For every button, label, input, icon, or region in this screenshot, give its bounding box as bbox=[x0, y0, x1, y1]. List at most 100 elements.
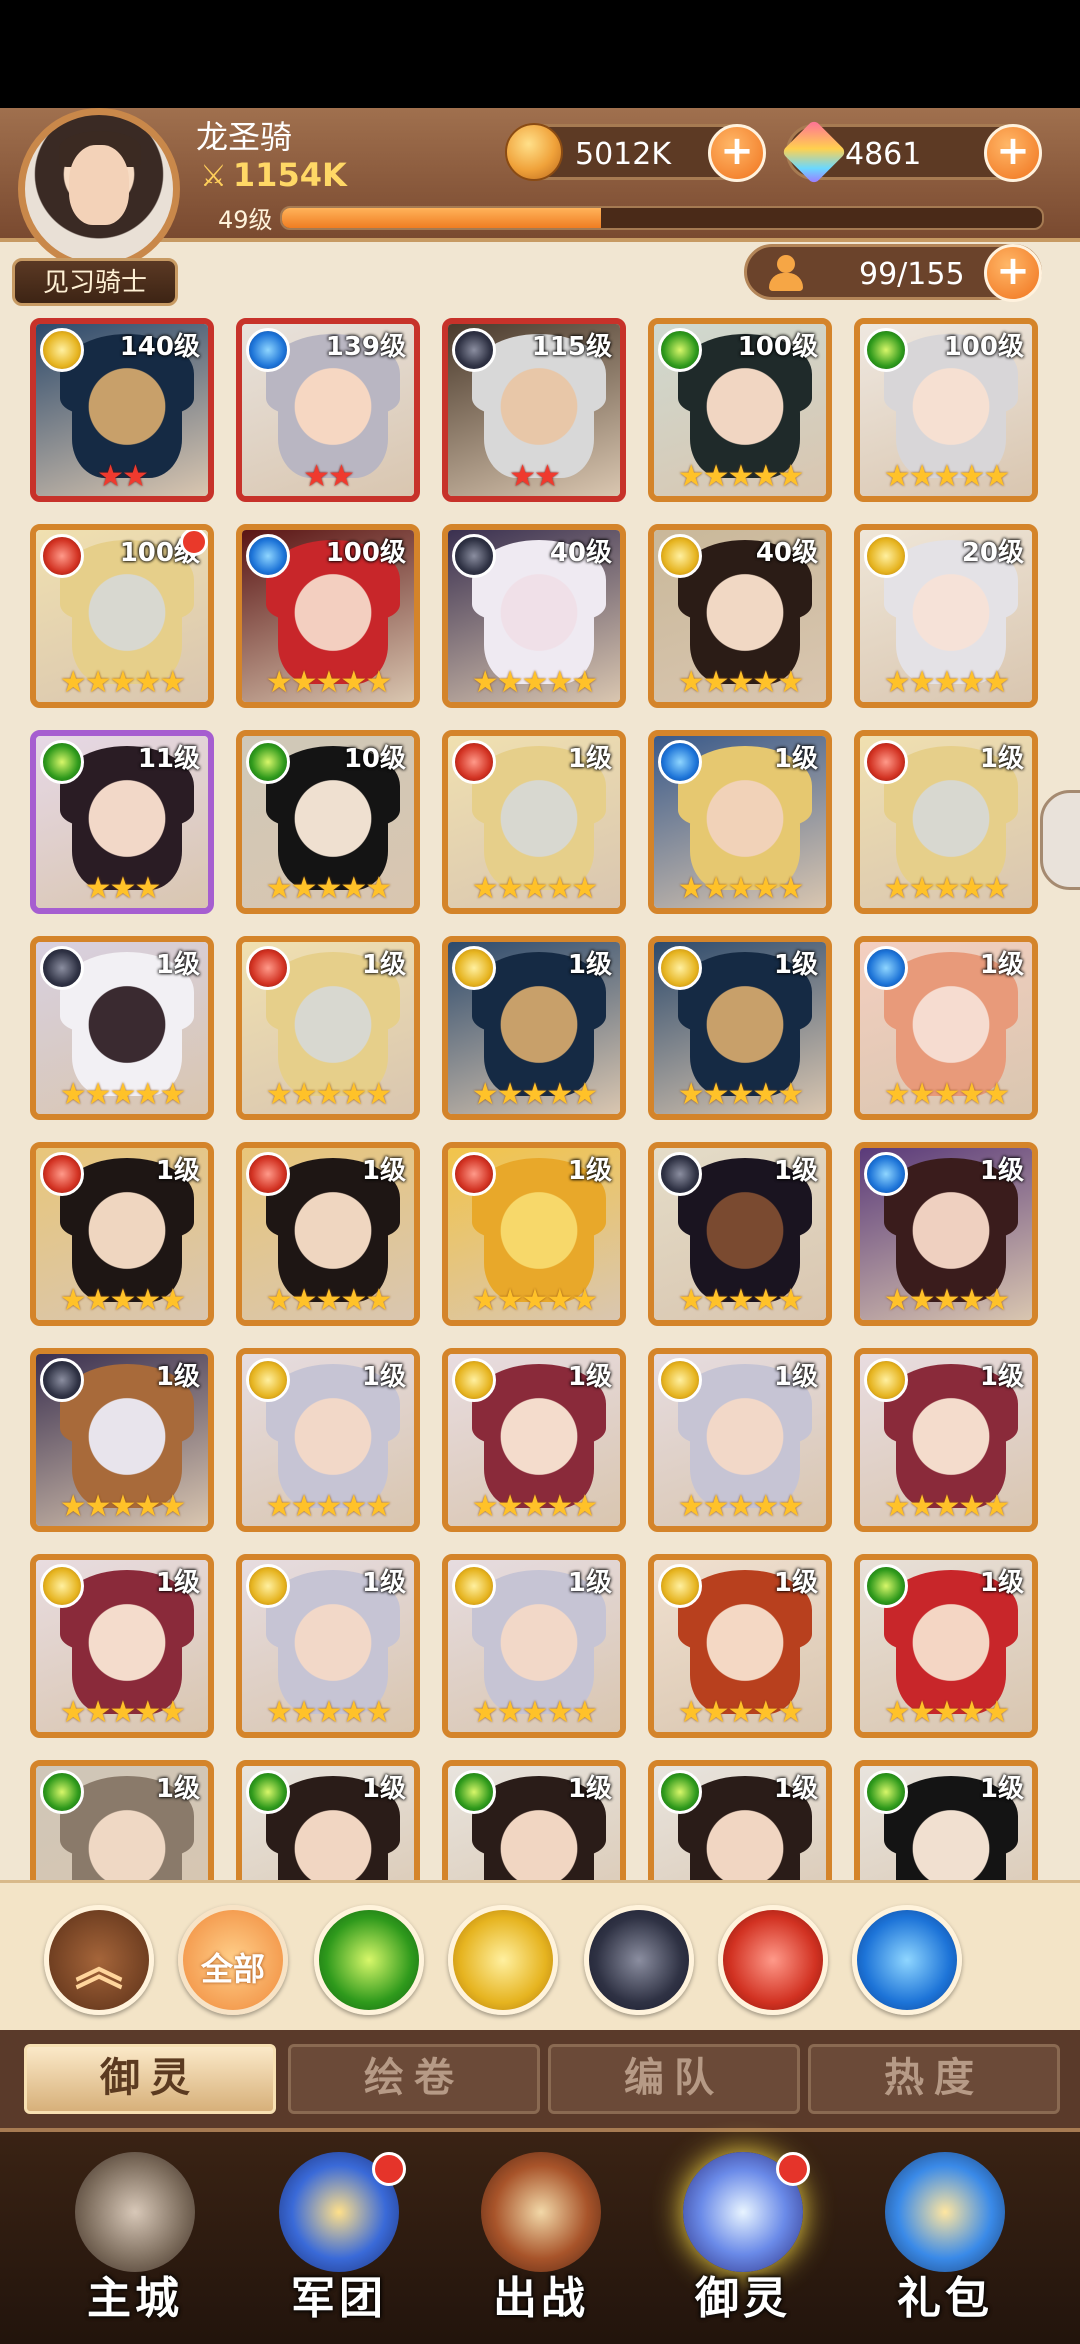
side-drawer-handle[interactable] bbox=[1040, 790, 1080, 890]
nav-main-city[interactable]: 主城 bbox=[50, 2152, 220, 2332]
hero-card[interactable]: 1级★★★★★ bbox=[648, 1554, 832, 1738]
notification-dot bbox=[776, 2152, 810, 2186]
hero-card[interactable]: 1级★★★★★ bbox=[442, 1554, 626, 1738]
hero-card[interactable]: 1级★★★★★ bbox=[442, 936, 626, 1120]
hero-card[interactable]: 1级★★★★★ bbox=[236, 1554, 420, 1738]
hero-card[interactable]: 100级 ★★★★★ bbox=[854, 318, 1038, 502]
collapse-filter-button[interactable]: ︽ bbox=[44, 1905, 154, 2015]
hero-card[interactable]: 1级★★★★★ bbox=[30, 936, 214, 1120]
hero-level: 1级 bbox=[979, 1568, 1024, 1598]
nav-label: 御灵 bbox=[695, 2273, 791, 2324]
tab-spirits[interactable]: 御灵 bbox=[24, 2044, 276, 2114]
hero-card[interactable]: 115级 ★★ bbox=[442, 318, 626, 502]
hero-card[interactable]: 1级★★★★★ bbox=[648, 936, 832, 1120]
hero-card[interactable]: 1级★★★★★ bbox=[648, 730, 832, 914]
hero-card[interactable]: 1级★★★★★ bbox=[648, 1142, 832, 1326]
hero-card[interactable]: 139级 ★★ bbox=[236, 318, 420, 502]
bottom-nav: 主城 军团 出战 御灵 礼包 bbox=[0, 2128, 1080, 2344]
filter-green-faction-button[interactable] bbox=[314, 1905, 424, 2015]
nav-label: 礼包 bbox=[897, 2273, 993, 2324]
hero-stars: ★★★★★ bbox=[677, 1695, 804, 1730]
hero-card[interactable]: 20级 ★★★★★ bbox=[854, 524, 1038, 708]
hero-stars: ★★★★★ bbox=[265, 1489, 392, 1524]
green-faction-icon bbox=[40, 740, 84, 784]
filter-dark-faction-button[interactable] bbox=[584, 1905, 694, 2015]
hero-card[interactable]: 1级★★★★★ bbox=[648, 1348, 832, 1532]
hero-card[interactable]: 11级 ★★★ bbox=[30, 730, 214, 914]
add-gold-button[interactable]: + bbox=[708, 124, 766, 182]
green-faction-icon bbox=[658, 328, 702, 372]
hero-card[interactable]: 1级★★★★★ bbox=[854, 1760, 1038, 1882]
hero-card[interactable]: 1级★★★★★ bbox=[854, 1554, 1038, 1738]
hero-level: 1级 bbox=[155, 1774, 200, 1804]
gold-value: 5012K bbox=[575, 137, 672, 172]
hero-level: 1级 bbox=[361, 1156, 406, 1186]
filter-blue-faction-button[interactable] bbox=[852, 1905, 962, 2015]
filter-all-button[interactable]: 全部 bbox=[178, 1905, 288, 2015]
green-faction-icon bbox=[864, 328, 908, 372]
hero-stars: ★★★★★ bbox=[471, 1489, 598, 1524]
gold-faction-icon bbox=[40, 1564, 84, 1608]
hero-card[interactable]: 1级★★★★★ bbox=[442, 1348, 626, 1532]
green-faction-icon bbox=[246, 740, 290, 784]
player-avatar[interactable] bbox=[18, 108, 180, 270]
hero-level: 1级 bbox=[773, 1362, 818, 1392]
hero-card[interactable]: 1级★★★★★ bbox=[854, 1142, 1038, 1326]
hero-stars: ★★★★★ bbox=[59, 1077, 186, 1112]
hero-card[interactable]: 10级 ★★★★★ bbox=[236, 730, 420, 914]
hero-card[interactable]: 40级 ★★★★★ bbox=[648, 524, 832, 708]
hero-card[interactable]: 1级★★★★★ bbox=[236, 1760, 420, 1882]
hero-level: 1级 bbox=[567, 1774, 612, 1804]
hero-level: 1级 bbox=[979, 1362, 1024, 1392]
hero-card[interactable]: 1级★★★★★ bbox=[648, 1760, 832, 1882]
crossed-swords-icon: ⚔ bbox=[200, 159, 227, 194]
hero-card[interactable]: 1级 ★★★★★ bbox=[854, 1348, 1038, 1532]
hero-stars: ★★★★★ bbox=[677, 871, 804, 906]
nav-spirits[interactable]: 御灵 bbox=[658, 2152, 828, 2332]
add-gem-button[interactable]: + bbox=[984, 124, 1042, 182]
tab-scroll[interactable]: 绘卷 bbox=[288, 2044, 540, 2114]
hero-card[interactable]: 1级★★★★★ bbox=[30, 1348, 214, 1532]
sword-gate-icon bbox=[481, 2152, 601, 2272]
hero-card[interactable]: 140级 ★★ bbox=[30, 318, 214, 502]
gold-faction-icon bbox=[246, 1564, 290, 1608]
hero-card[interactable]: 100级 ★★★★★ bbox=[30, 524, 214, 708]
hero-card[interactable]: 100级 ★★★★★ bbox=[648, 318, 832, 502]
hero-card[interactable]: 1级★★★★★ bbox=[236, 1142, 420, 1326]
filter-red-faction-button[interactable] bbox=[718, 1905, 828, 2015]
hero-card[interactable]: 1级★★★★★ bbox=[854, 936, 1038, 1120]
hero-stars: ★★★★★ bbox=[883, 1283, 1010, 1318]
hero-level: 1级 bbox=[361, 950, 406, 980]
player-name: 龙圣骑 bbox=[196, 118, 293, 156]
hero-card[interactable]: 1级★★★★★ bbox=[30, 1142, 214, 1326]
red-faction-icon bbox=[246, 946, 290, 990]
hero-card[interactable]: 1级★★★★★ bbox=[30, 1554, 214, 1738]
tab-formation[interactable]: 编队 bbox=[548, 2044, 800, 2114]
hero-card[interactable]: 40级 ★★★★★ bbox=[442, 524, 626, 708]
nav-label: 出战 bbox=[493, 2273, 589, 2324]
hero-stars: ★★★★★ bbox=[59, 1695, 186, 1730]
hero-level: 20级 bbox=[961, 538, 1024, 568]
hero-card[interactable]: 1级★★★★★ bbox=[854, 730, 1038, 914]
hero-stars: ★★★★★ bbox=[883, 1489, 1010, 1524]
filter-gold-faction-button[interactable] bbox=[448, 1905, 558, 2015]
dark-faction-icon bbox=[40, 946, 84, 990]
expand-roster-button[interactable]: + bbox=[984, 244, 1042, 302]
gold-faction-icon bbox=[864, 1358, 908, 1402]
hero-card[interactable]: 1级★★★★★ bbox=[442, 730, 626, 914]
tab-popularity[interactable]: 热度 bbox=[808, 2044, 1060, 2114]
red-faction-icon bbox=[452, 1152, 496, 1196]
gold-faction-icon bbox=[658, 1564, 702, 1608]
nav-gift[interactable]: 礼包 bbox=[860, 2152, 1030, 2332]
nav-battle[interactable]: 出战 bbox=[456, 2152, 626, 2332]
green-faction-icon bbox=[246, 1770, 290, 1814]
gold-faction-icon bbox=[40, 328, 84, 372]
nav-legion[interactable]: 军团 bbox=[254, 2152, 424, 2332]
hero-card[interactable]: 1级★★★★★ bbox=[442, 1760, 626, 1882]
hero-card[interactable]: 1级★★★★★ bbox=[236, 1348, 420, 1532]
hero-card[interactable]: 1级★★★★★ bbox=[236, 936, 420, 1120]
hero-card[interactable]: 1级★★★★★ bbox=[442, 1142, 626, 1326]
faction-filter-bar: ︽ 全部 bbox=[0, 1880, 1080, 2033]
hero-card[interactable]: 1级★★★★★ bbox=[30, 1760, 214, 1882]
hero-card[interactable]: 100级 ★★★★★ bbox=[236, 524, 420, 708]
